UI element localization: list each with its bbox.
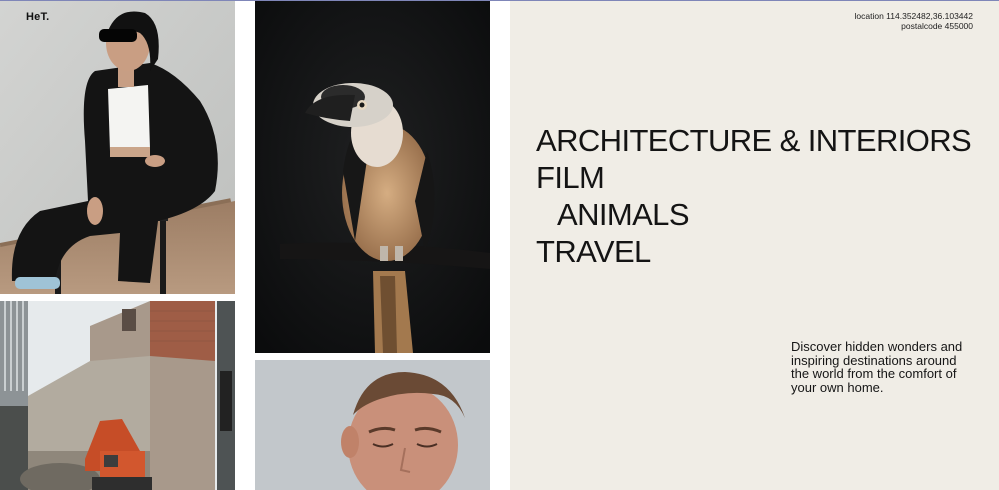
- category-travel[interactable]: TRAVEL: [536, 233, 971, 270]
- category-architecture-interiors[interactable]: ARCHITECTURE & INTERIORS: [536, 122, 972, 159]
- location-coordinates: location 114.352482,36.103442: [854, 11, 973, 21]
- hornbill-bird-photo[interactable]: [255, 1, 490, 353]
- category-animals[interactable]: ANIMALS: [536, 196, 971, 233]
- location-info: location 114.352482,36.103442 postalcode…: [855, 11, 973, 31]
- tagline-text: Discover hidden wonders and inspiring de…: [791, 339, 963, 395]
- man-portrait-photo[interactable]: [255, 360, 490, 490]
- category-nav: ARCHITECTURE & INTERIORS FILM ANIMALS TR…: [536, 122, 972, 270]
- category-film[interactable]: FILM: [536, 159, 971, 196]
- postal-code: postalcode 455000: [901, 21, 973, 31]
- building-excavator-photo[interactable]: [0, 301, 235, 490]
- content-panel: location 114.352482,36.103442 postalcode…: [510, 1, 999, 490]
- brand-logo[interactable]: HeT.: [26, 11, 49, 23]
- woman-portrait-photo[interactable]: [0, 1, 235, 294]
